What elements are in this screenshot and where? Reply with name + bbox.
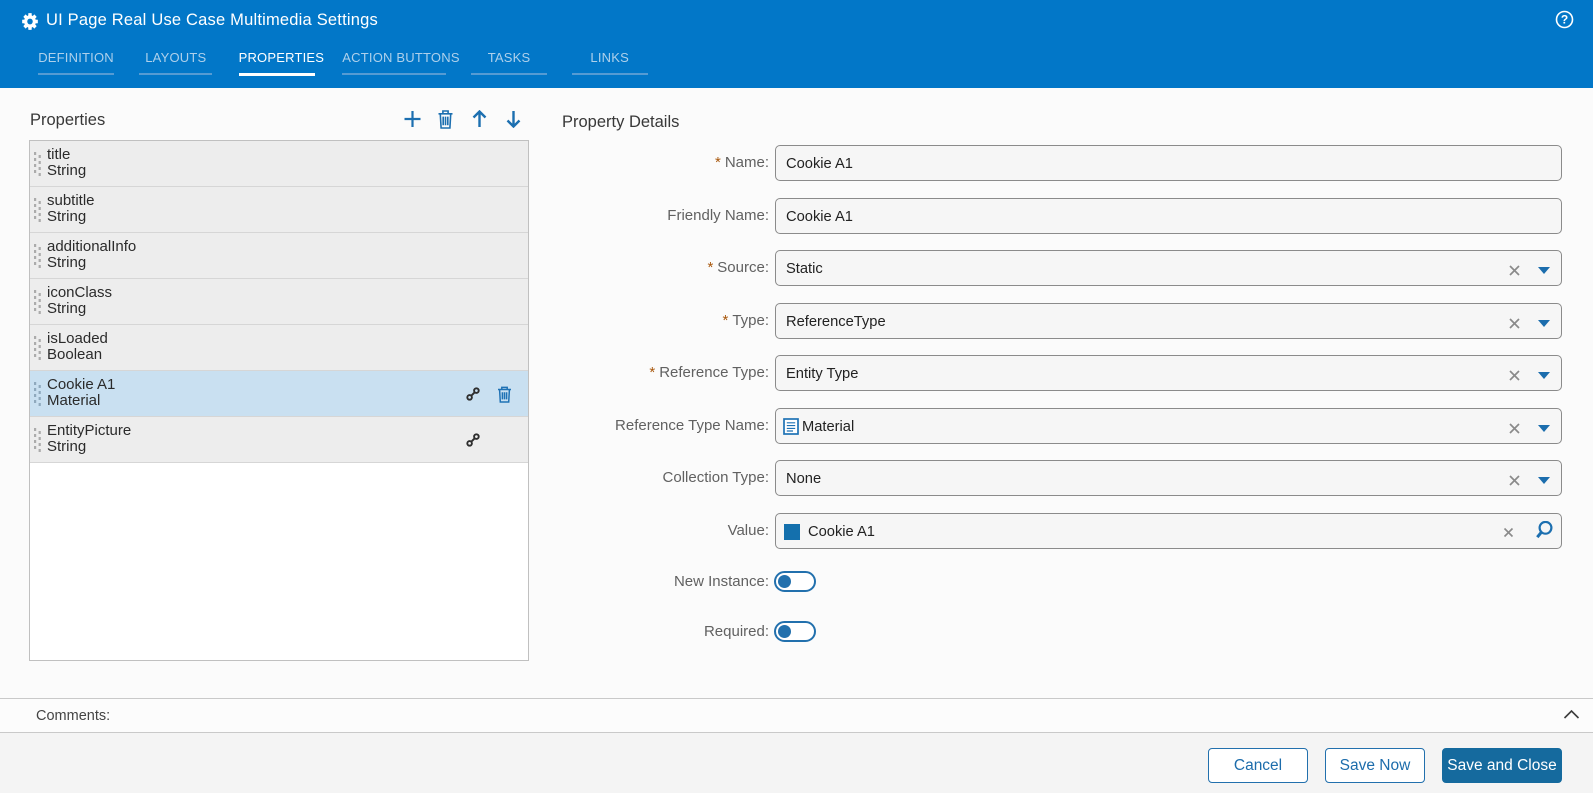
svg-text:?: ? (1561, 13, 1568, 27)
